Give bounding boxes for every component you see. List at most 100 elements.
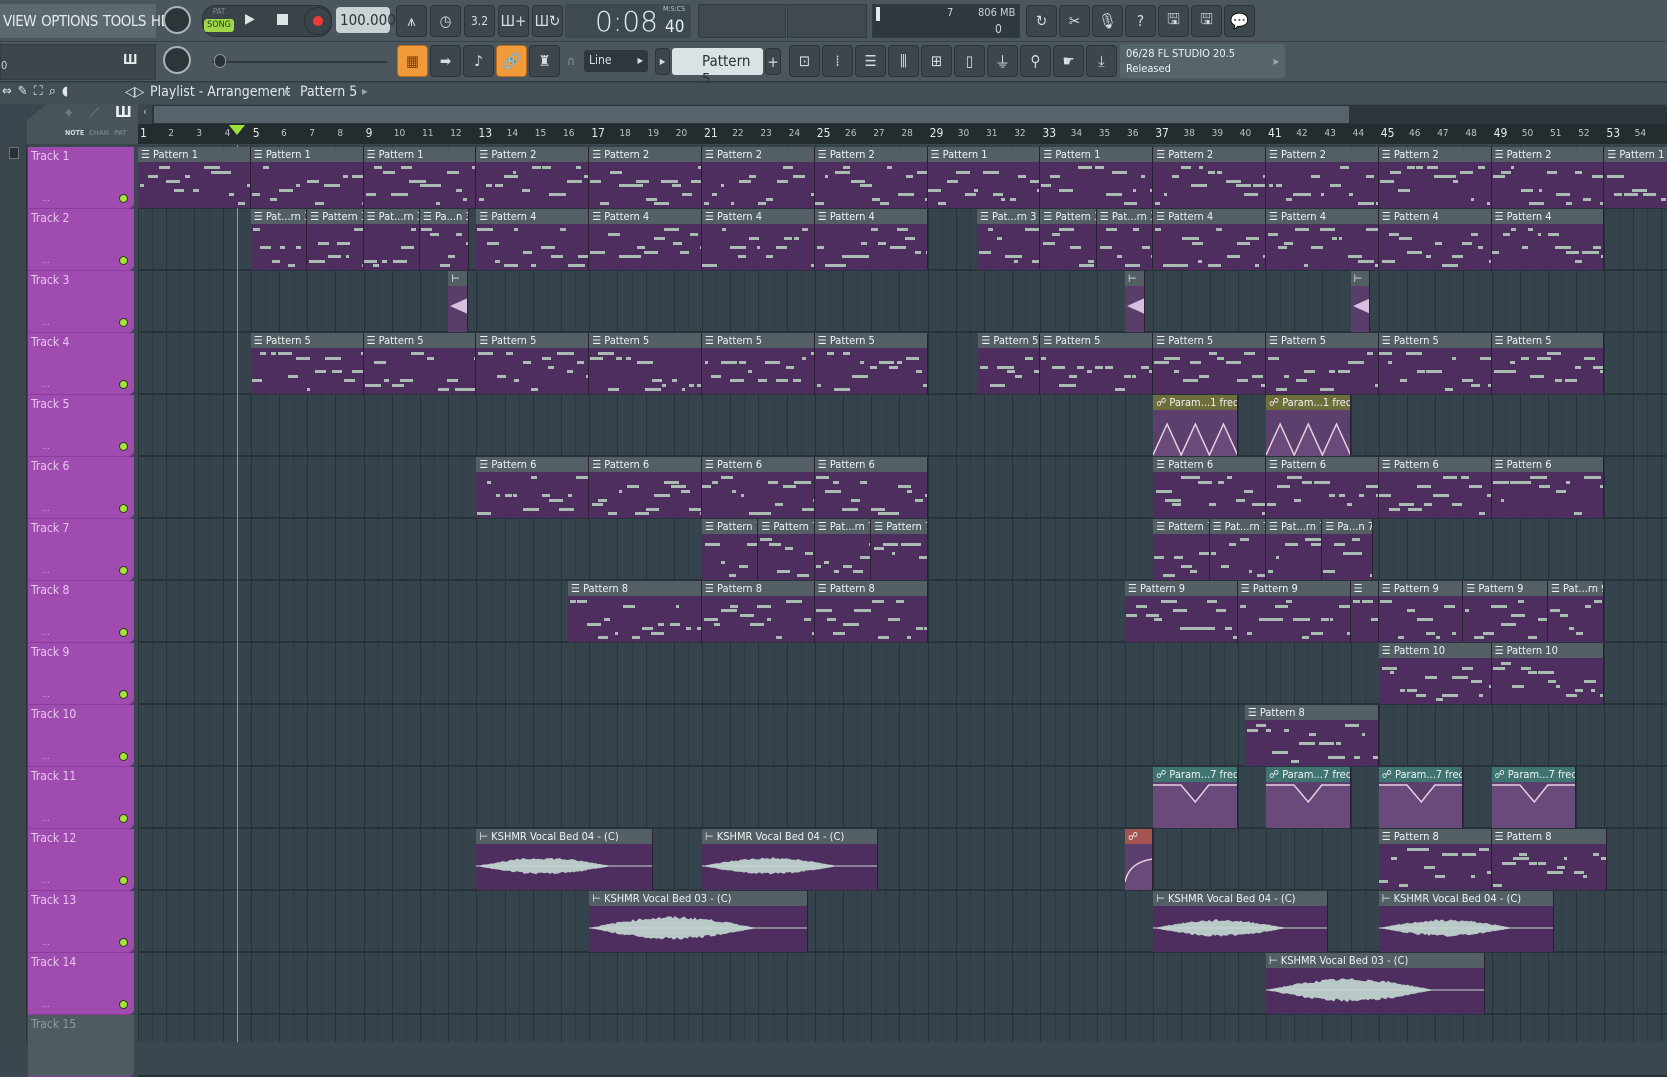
audio-icon[interactable]: ✦ — [63, 104, 74, 122]
play-icon[interactable]: ▶ — [245, 11, 255, 27]
pattern-clip[interactable]: ☰ Pattern 2 — [589, 147, 702, 208]
clip-header[interactable]: ☰ Pattern 8 — [702, 581, 814, 596]
horizontal-scrollbar[interactable]: ‹ — [138, 105, 1667, 124]
clip-header[interactable]: ☰ Pattern 4 — [1492, 209, 1604, 224]
track-mute-led[interactable] — [119, 442, 128, 451]
menu-tools[interactable]: TOOLS — [103, 12, 146, 30]
track-mute-led[interactable] — [119, 194, 128, 203]
pattern-clip[interactable]: ☰ Pattern 1 — [364, 147, 477, 208]
pattern-clip[interactable]: ☰ Pattern 2 — [1379, 147, 1492, 208]
pattern-clip[interactable]: ☰ Pattern 10 — [1379, 643, 1492, 704]
pattern-clip[interactable]: ☰ Pattern 3 — [1040, 209, 1096, 270]
pattern-clip[interactable]: ☰ Pattern 9 — [1463, 581, 1548, 642]
stop-icon[interactable] — [277, 14, 288, 25]
automation-clip[interactable]: ☍ Param...7 freq — [1266, 767, 1351, 828]
track-menu-icon[interactable]: ... — [42, 752, 50, 762]
cut-button[interactable]: ✂ — [1059, 5, 1090, 37]
pattern-clip[interactable]: ☰ Pa...n 7 — [1322, 519, 1373, 580]
audio-clip[interactable]: ⊢ KSHMR Vocal Bed 04 - (C) — [476, 829, 652, 890]
clip-header[interactable]: ☰ Pattern 3 — [1040, 209, 1095, 224]
clip-header[interactable]: ☰ Pattern 6 — [1266, 457, 1378, 472]
track-menu-icon[interactable]: ... — [42, 690, 50, 700]
timeline-ruler[interactable]: 1234567891011121314151617181920212223242… — [138, 124, 1667, 144]
pattern-clip[interactable]: ☰ Pattern 4 — [1153, 209, 1266, 270]
clip-header[interactable]: ☰ Pattern 9 — [1125, 581, 1237, 596]
clip-header[interactable]: ☰ Pattern 5 — [589, 333, 701, 348]
clip-header[interactable]: ☰ Pattern 6 — [476, 457, 588, 472]
track-menu-icon[interactable]: ... — [42, 566, 50, 576]
loop-record-button[interactable]: Ш↻ — [532, 5, 563, 37]
track-header[interactable]: Track 14... — [28, 953, 134, 1015]
clip-header[interactable]: ☰ Pattern 9 — [1463, 581, 1547, 596]
pattern-clip[interactable]: ☰ Pattern 1 — [1604, 147, 1667, 208]
clip-header[interactable]: ☰ Pa...n 7 — [1322, 519, 1372, 534]
pattern-clip[interactable]: ☰ Pattern 5 — [1492, 333, 1605, 394]
track-header[interactable]: Track 7... — [28, 519, 134, 581]
pattern-clip[interactable]: ☰ Pat...rn 3 — [364, 209, 420, 270]
performance-button[interactable]: ⚲ — [1020, 45, 1051, 77]
clip-header[interactable]: ⊢ KSHMR Vocal Bed 04 - (C) — [476, 829, 651, 844]
clip-header[interactable]: ☰ Pattern 5 — [1040, 333, 1152, 348]
clip-header[interactable]: ☍ Param...7 freq — [1153, 767, 1237, 782]
pattern-clip[interactable]: ☰ Pattern 7 — [871, 519, 927, 580]
clip-header[interactable]: ☰ Pattern 2 — [476, 147, 588, 162]
track-mute-led[interactable] — [119, 752, 128, 761]
clip-header[interactable]: ☰ Pattern 2 — [815, 147, 927, 162]
save-button[interactable]: 🖫 — [1158, 5, 1189, 37]
pattern-clip[interactable]: ☰ Pattern 1 — [251, 147, 364, 208]
pattern-clip[interactable]: ☰ Pattern 8 — [1379, 829, 1492, 890]
clip-header[interactable]: ☰ Pattern 10 — [1379, 643, 1491, 658]
clip-header[interactable]: ☰ Pattern 4 — [1266, 209, 1378, 224]
step-forward-button[interactable]: ➡ — [430, 45, 461, 77]
piano-roll-button[interactable]: ⊡ — [789, 45, 820, 77]
track-scroll-strip[interactable] — [0, 145, 27, 1042]
track-menu-icon[interactable]: ... — [42, 504, 50, 514]
clip-header[interactable]: ☰ Pattern 1 — [251, 147, 363, 162]
pattern-clip[interactable]: ☰ Pattern 4 — [815, 209, 928, 270]
clip-header[interactable]: ☰ Pattern 2 — [589, 147, 701, 162]
pattern-clip[interactable]: ☰ Pattern 5 — [589, 333, 702, 394]
clip-header[interactable]: ☍ Param...7 freq — [1379, 767, 1463, 782]
pattern-clip[interactable]: ☰ Pattern 6 — [589, 457, 702, 518]
track-mute-led[interactable] — [119, 814, 128, 823]
audio-clip[interactable]: ⊢ KSHMR Vocal Bed 04 - (C) — [702, 829, 878, 890]
track-mute-led[interactable] — [119, 1000, 128, 1009]
pattern-clip[interactable]: ☰ Pattern 9 — [1238, 581, 1351, 642]
track-menu-icon[interactable]: ... — [42, 1000, 50, 1010]
track-header[interactable]: Track 9... — [28, 643, 134, 705]
news-panel[interactable]: 06/28 FL STUDIO 20.5 Released ▶ — [1120, 44, 1285, 78]
pattern-clip[interactable]: ☰ Pat...rn 7 — [1266, 519, 1322, 580]
vertical-scroll-thumb[interactable] — [9, 147, 19, 159]
snap-select[interactable]: Line▶ — [584, 50, 648, 72]
pattern-clip[interactable]: ☰ Pat...rn 3 — [251, 209, 307, 270]
pattern-clip[interactable]: ☰ Pattern 5 — [1040, 333, 1153, 394]
speaker-icon[interactable]: ◁▷ — [125, 84, 144, 100]
pattern-clip[interactable]: ☰ Pattern 5 — [364, 333, 477, 394]
clip-header[interactable]: ☰ Pattern 8 — [1492, 829, 1607, 844]
clip-header[interactable]: ☰ Pattern 7 — [1153, 519, 1208, 534]
pattern-clip[interactable]: ☰ Pattern 8 — [815, 581, 928, 642]
pattern-clip[interactable]: ☰ Pattern 8 — [1492, 829, 1608, 890]
pattern-clip[interactable]: ☰ Pattern 6 — [1379, 457, 1492, 518]
clip-header[interactable]: ☰ Pattern 1 — [1604, 147, 1667, 162]
track-menu-icon[interactable]: ... — [42, 380, 50, 390]
tab-chan[interactable]: CHAN — [89, 129, 109, 137]
pattern-clip[interactable]: ☰ Pa...n 3 — [420, 209, 469, 270]
clip-header[interactable]: ☰ Pattern 8 — [1245, 705, 1378, 720]
menu-options[interactable]: OPTIONS — [41, 12, 98, 30]
pattern-clip[interactable]: ☰ Pattern 2 — [702, 147, 815, 208]
pattern-clip[interactable]: ☰ Pattern 10 — [1492, 643, 1605, 704]
track-header[interactable]: Track 8... — [28, 581, 134, 643]
clip-header[interactable]: ☰ Pat...rn 3 — [251, 209, 306, 224]
track-menu-icon[interactable]: ... — [42, 876, 50, 886]
mixer-knob-button[interactable]: ♜ — [529, 45, 560, 77]
master-pitch-knob[interactable] — [163, 46, 191, 74]
track-menu-icon[interactable]: ... — [42, 194, 50, 204]
track-header[interactable]: Track 4... — [28, 333, 134, 395]
pattern-clip[interactable]: ☰ Pattern 6 — [1153, 457, 1266, 518]
master-volume-knob[interactable] — [163, 6, 191, 34]
slide-button[interactable]: ♪ — [463, 45, 494, 77]
pattern-clip[interactable]: ☰ Pat...rn 7 — [1210, 519, 1266, 580]
pattern-clip[interactable]: ☰ Pattern 6 — [702, 457, 815, 518]
pattern-clip[interactable]: ☰ Pattern 8 — [1245, 705, 1379, 766]
